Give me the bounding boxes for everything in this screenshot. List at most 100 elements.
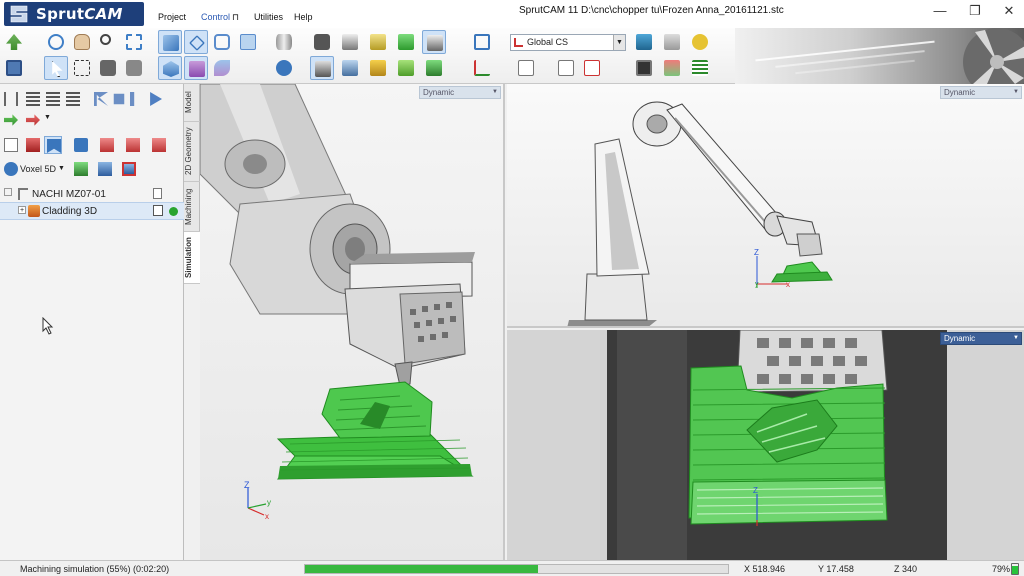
edges-mode-icon[interactable] [210,30,234,54]
machine-head-icon[interactable] [272,56,296,80]
red-tool-icon[interactable] [24,136,42,154]
simulation-stock-icon[interactable] [422,56,446,80]
view-cube-icon[interactable] [470,30,494,54]
mark-ct-icon[interactable] [150,136,168,154]
report-icon[interactable] [554,56,578,80]
tree-expand-icon[interactable]: + [18,206,26,214]
tab-model[interactable]: Model [184,84,200,122]
tab-simulation[interactable]: Simulation [184,232,200,284]
chevron-down-icon[interactable]: ▼ [1013,87,1019,98]
workpiece-view-icon[interactable] [158,56,182,80]
grid-icon[interactable] [688,56,712,80]
view-mode-label: Dynamic [944,334,976,343]
toolpath-icon[interactable] [394,56,418,80]
view-mode-select[interactable]: Dynamic ▼ [419,86,501,99]
forward-red-icon[interactable] [24,111,42,129]
tab-machining[interactable]: Machining [184,182,200,232]
postprocessor-icon[interactable] [632,30,656,54]
skip-start-icon[interactable] [92,90,110,108]
part-icon[interactable] [422,30,446,54]
zoom-icon[interactable] [96,30,120,54]
import-icon[interactable] [2,30,26,54]
part-view-icon[interactable] [184,56,208,80]
app-logo-text: SprutCAM [36,5,123,23]
voxel-clear-icon[interactable] [120,160,138,178]
cylinder-stock-icon[interactable] [272,30,296,54]
list-icon[interactable] [24,90,42,108]
step-icon[interactable] [128,90,146,108]
chevron-down-icon[interactable]: ▼ [1013,333,1019,344]
transparency-icon[interactable] [236,30,260,54]
rotate-view-icon[interactable] [44,30,68,54]
document-icon[interactable] [153,188,162,199]
chevron-down-icon[interactable]: ▼ [58,165,65,172]
delete-document-icon[interactable] [580,56,604,80]
save-icon[interactable] [2,56,26,80]
shaded-mode-icon[interactable] [158,30,182,54]
robot-overview-render [567,101,833,326]
voxel-green-icon[interactable] [72,160,90,178]
select-cursor-icon[interactable] [44,56,68,80]
list-indent-icon[interactable] [64,90,82,108]
left-panel: ▼ Voxel 5D ▼ NACHI MZ07-01 + Cladding 3D [0,84,184,560]
coordinate-system-icon [514,38,523,47]
stock-icon[interactable] [394,30,418,54]
view-mode-select[interactable]: Dynamic ▼ [940,332,1022,345]
list-alt-icon[interactable] [44,90,62,108]
tape-measure-icon[interactable] [688,30,712,54]
restore-button[interactable]: ❐ [965,3,985,19]
snapshot-icon[interactable] [122,56,146,80]
fixture-icon[interactable] [366,30,390,54]
overview-viewport[interactable]: Z x y Dynamic ▼ [507,84,1024,328]
nc-program-icon[interactable] [632,56,656,80]
menu-project[interactable]: Project [158,12,186,22]
tool-holder-icon[interactable] [338,56,362,80]
tool-path-view-icon[interactable] [210,56,234,80]
closeup-viewport[interactable]: Z Dynamic ▼ [507,330,1024,560]
tree-item-operation[interactable]: + Cladding 3D [0,202,184,220]
tool-icon[interactable] [366,56,390,80]
chevron-down-icon[interactable]: ▼ [44,114,51,121]
coordinate-system-select[interactable]: Global CS ▼ [510,34,626,51]
menu-help[interactable]: Help [294,12,313,22]
chevron-down-icon[interactable]: ▼ [613,35,625,50]
menu-control[interactable]: Control [201,12,230,22]
box-select-icon[interactable] [70,56,94,80]
voxel-mode-select[interactable]: Voxel 5D [20,164,56,174]
document-icon[interactable] [514,56,538,80]
battery-icon [1011,563,1019,575]
wireframe-mode-icon[interactable] [184,30,208,54]
tab-2d-geometry[interactable]: 2D Geometry [184,122,200,182]
pan-hand-icon[interactable] [70,30,94,54]
measure-icon[interactable] [660,30,684,54]
mark-m-icon[interactable] [98,136,116,154]
axes-origin-icon[interactable] [470,56,494,80]
status-message: Machining simulation (55%) (0:02:20) [20,564,170,574]
chart-icon[interactable] [660,56,684,80]
camera-icon[interactable] [96,56,120,80]
voxel-blue-icon[interactable] [96,160,114,178]
forward-green-icon[interactable] [2,111,20,129]
reset-icon[interactable] [2,90,20,108]
checklist-icon[interactable] [153,205,163,216]
vertical-tab-strip: Model 2D Geometry Machining Simulation [184,84,200,284]
machine-schema-icon[interactable] [310,30,334,54]
fit-view-icon[interactable] [122,30,146,54]
view-mode-select[interactable]: Dynamic ▼ [940,86,1022,99]
pin-icon[interactable]: ⊓ [232,12,239,23]
operation-icon[interactable] [2,136,20,154]
stop-icon[interactable] [110,90,128,108]
spindle-icon[interactable] [338,30,362,54]
fixture-toggle-icon[interactable] [72,136,90,154]
voxel-icon[interactable] [2,160,20,178]
play-icon[interactable] [146,90,164,108]
bookmark-icon[interactable] [44,136,62,154]
menu-utilities[interactable]: Utilities [254,12,283,22]
main-viewport[interactable]: Z y x Dynamic ▼ [200,84,505,560]
chevron-down-icon[interactable]: ▼ [492,87,498,98]
machine-axes-icon[interactable] [310,56,334,80]
close-button[interactable]: ✕ [999,3,1019,19]
tree-expander-icon[interactable] [4,188,12,196]
minimize-button[interactable]: — [930,3,950,19]
mark-op-icon[interactable] [124,136,142,154]
